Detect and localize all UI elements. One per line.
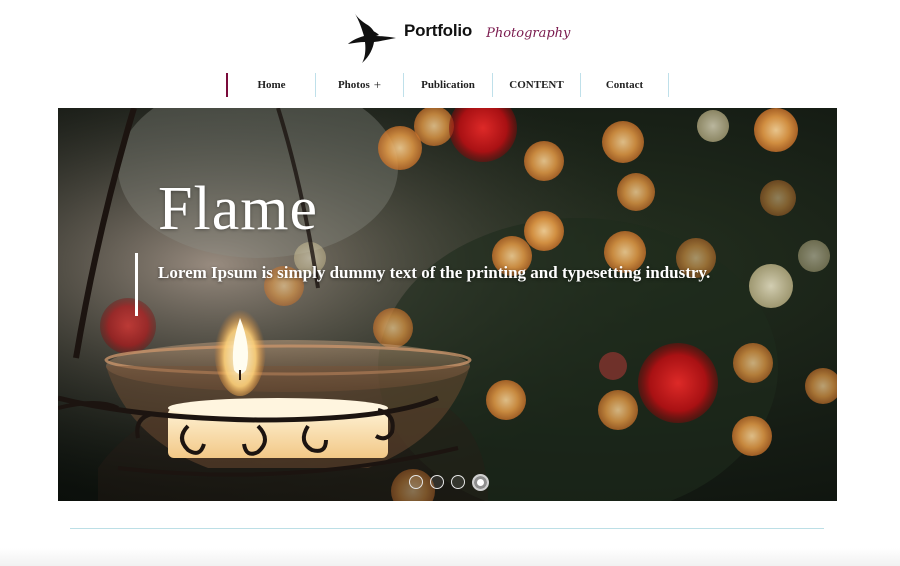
slider-dot-3[interactable] bbox=[451, 475, 465, 489]
page-bottom-shade bbox=[0, 548, 900, 566]
nav-item-label: CONTENT bbox=[509, 79, 564, 91]
brand-subtitle: Photography bbox=[486, 25, 571, 41]
swallow-bird-icon bbox=[348, 12, 396, 63]
nav-item-label: Contact bbox=[605, 79, 644, 91]
nav-item-publication[interactable]: Publication bbox=[404, 73, 493, 97]
slider-dot-4-active[interactable] bbox=[472, 474, 489, 491]
slider-dot-1[interactable] bbox=[409, 475, 423, 489]
nav-item-content[interactable]: CONTENT bbox=[493, 73, 581, 97]
nav-item-label: Publication bbox=[421, 79, 475, 91]
nav-item-label: Home bbox=[257, 79, 286, 91]
nav-item-label: Photos bbox=[337, 79, 370, 91]
slider-dot-2[interactable] bbox=[430, 475, 444, 489]
main-navigation: Home Photos + Publication CONTENT Contac… bbox=[226, 73, 669, 97]
slide-image bbox=[58, 108, 837, 501]
section-divider bbox=[70, 528, 824, 529]
site-logo[interactable]: Portfolio Photography bbox=[346, 6, 570, 66]
nav-item-contact[interactable]: Contact bbox=[581, 73, 669, 97]
hero-slider[interactable]: Flame Lorem Ipsum is simply dummy text o… bbox=[58, 108, 837, 501]
slide-caption-text: Lorem Ipsum is simply dummy text of the … bbox=[158, 263, 711, 282]
nav-item-home[interactable]: Home bbox=[226, 73, 316, 97]
slider-pagination bbox=[409, 474, 489, 491]
slide-caption-title: Flame bbox=[158, 175, 318, 243]
brand-title: Portfolio bbox=[404, 21, 473, 40]
plus-icon: + bbox=[373, 77, 382, 92]
nav-item-photos[interactable]: Photos + bbox=[316, 73, 404, 97]
caption-accent-bar bbox=[135, 253, 138, 316]
